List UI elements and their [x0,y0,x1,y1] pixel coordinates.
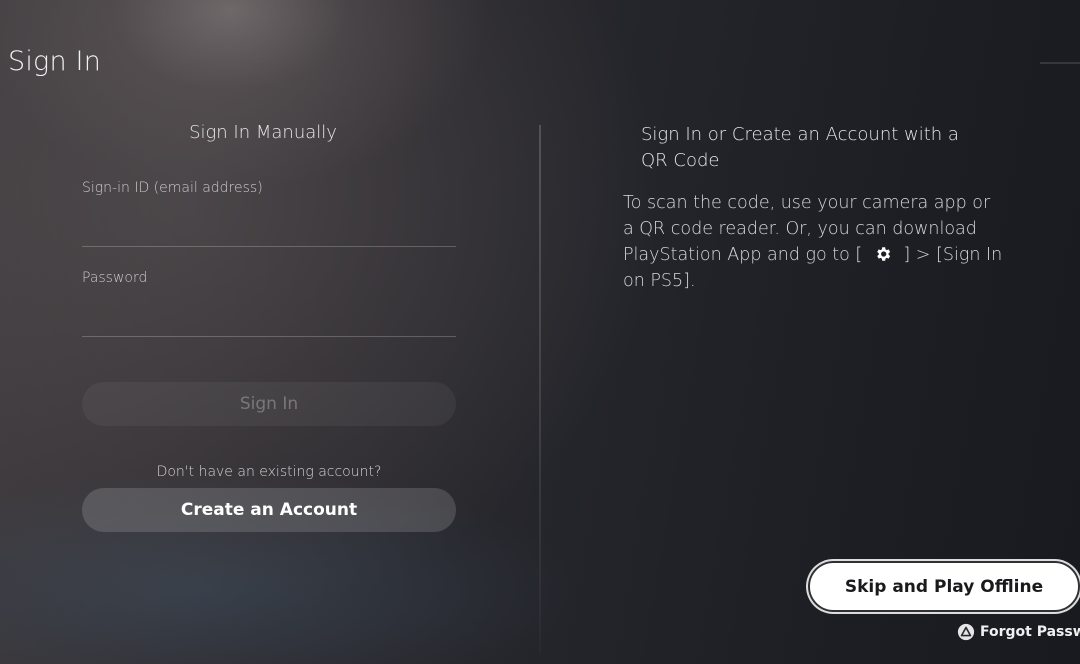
password-input[interactable] [82,306,456,337]
qr-signin-heading: Sign In or Create an Account with a QR C… [641,124,959,171]
password-label: Password [82,270,148,286]
no-account-text: Don't have an existing account? [156,464,382,480]
sign-in-button[interactable]: Sign In [82,382,456,426]
signin-id-label: Sign-in ID (email address) [82,180,263,196]
create-account-button[interactable]: Create an Account [82,488,456,532]
signin-id-input[interactable] [82,216,456,247]
triangle-button-icon [957,623,975,641]
section-divider [539,125,541,655]
qr-instructions: To scan the code, use your camera app or… [623,190,1003,294]
header-accent-line [1040,62,1080,64]
skip-and-play-offline-button[interactable]: Skip and Play Offline [810,563,1078,610]
manual-signin-heading: Sign In Manually [189,122,337,143]
gear-icon [877,247,890,261]
forgot-password-hint[interactable]: Forgot Password? [957,623,1080,641]
page-title: Sign In [8,46,102,77]
forgot-password-label: Forgot Password? [980,624,1080,640]
